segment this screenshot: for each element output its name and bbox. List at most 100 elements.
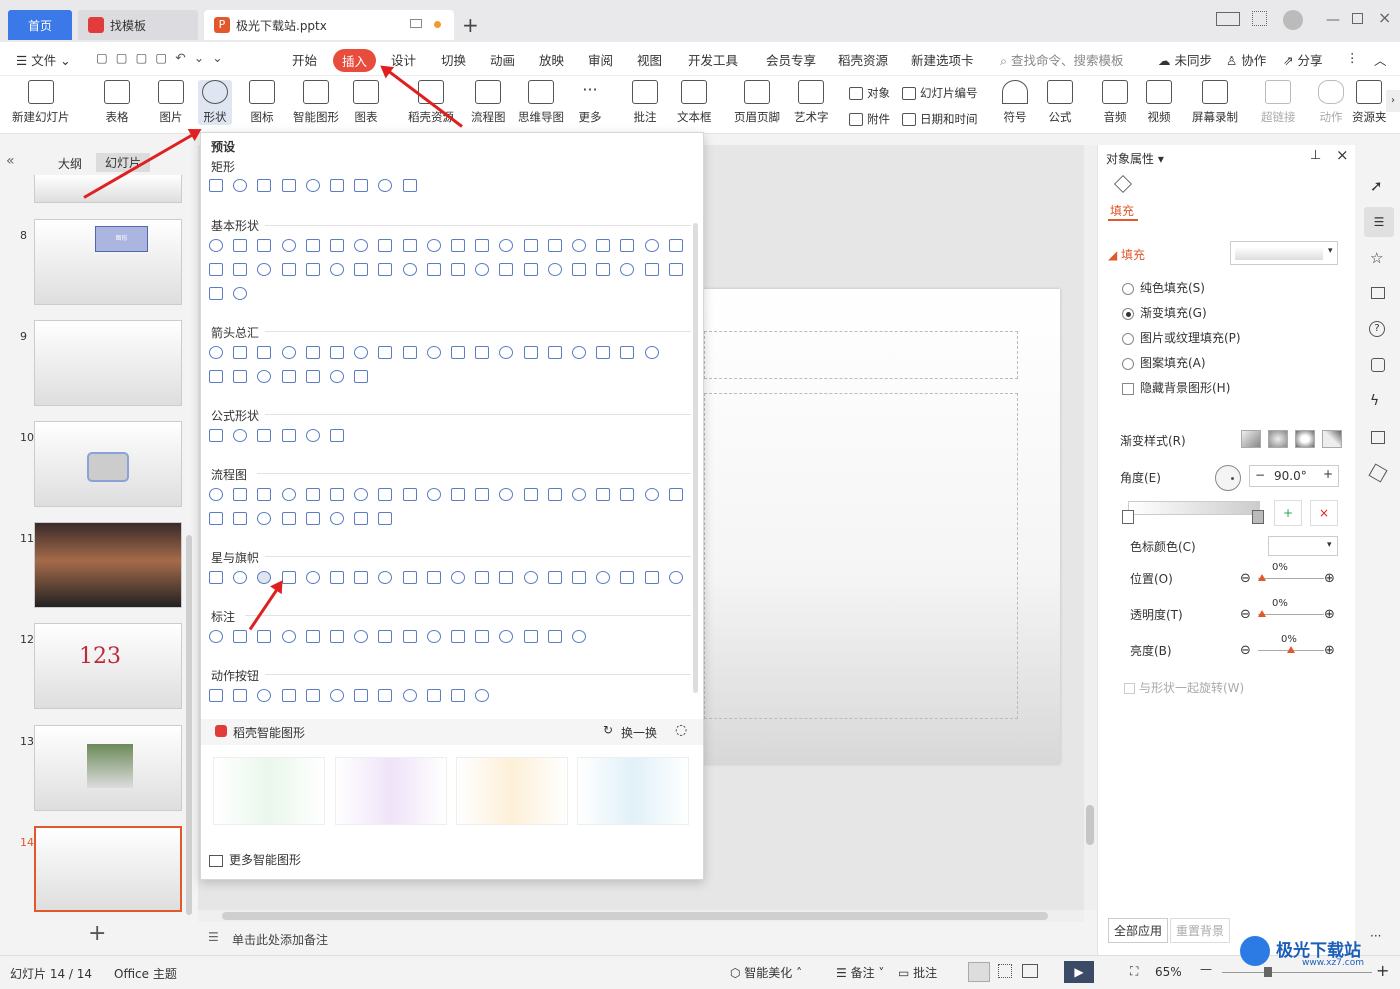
shape-option[interactable] [257, 512, 272, 525]
menu-insert[interactable]: 插入 [333, 49, 377, 72]
shape-option[interactable] [354, 263, 369, 276]
maximize-icon[interactable] [1352, 13, 1363, 24]
ribbon-scroll-right-icon[interactable]: › [1386, 90, 1400, 112]
shape-option[interactable] [523, 263, 538, 276]
picture-fill-option[interactable]: 图片或纹理填充(P) [1122, 329, 1241, 346]
shape-option[interactable] [233, 571, 248, 584]
slide-thumbnail-8[interactable]: 图形 [34, 219, 182, 305]
slide-thumbnail-11[interactable] [34, 522, 182, 608]
shape-option[interactable] [378, 346, 393, 359]
shape-gallery-scrollbar[interactable] [693, 223, 698, 693]
menu-developer[interactable]: 开发工具 [688, 50, 738, 69]
screen-record-button[interactable]: 屏幕录制 [1192, 80, 1238, 125]
minimize-icon[interactable]: — [1326, 12, 1340, 28]
shape-option[interactable] [451, 488, 465, 501]
shape-option[interactable] [330, 512, 344, 525]
shape-option[interactable] [281, 429, 296, 442]
shape-option[interactable] [330, 488, 344, 501]
shape-option[interactable] [475, 571, 490, 584]
brightness-decrease-icon[interactable]: ⊖ [1240, 643, 1251, 658]
comment-toggle-button[interactable]: ▭ 批注 [898, 964, 937, 981]
shape-option[interactable] [547, 630, 562, 643]
shape-option[interactable] [499, 630, 514, 643]
shape-option[interactable] [596, 488, 611, 501]
shape-option[interactable] [330, 263, 344, 276]
hyperlink-button[interactable]: 超链接 [1261, 80, 1296, 125]
shape-option[interactable] [620, 346, 635, 359]
shape-option[interactable] [281, 370, 296, 383]
shape-option[interactable] [451, 571, 465, 584]
menu-view[interactable]: 视图 [637, 50, 662, 69]
shape-option[interactable] [330, 346, 344, 359]
thumbnail-scrollbar[interactable] [186, 535, 192, 915]
shape-option[interactable] [620, 488, 635, 501]
formula-button[interactable]: 公式 [1047, 80, 1073, 125]
shape-option[interactable] [523, 630, 538, 643]
shape-option[interactable] [233, 263, 248, 276]
shape-option[interactable] [354, 512, 369, 525]
pin-icon[interactable]: ⊥ [1310, 148, 1321, 163]
fit-window-icon[interactable]: ⛶ [1130, 964, 1138, 979]
transparency-slider-thumb[interactable] [1258, 610, 1266, 617]
shape-option[interactable] [475, 263, 490, 276]
shape-option[interactable] [523, 571, 538, 584]
transparency-slider[interactable] [1258, 614, 1324, 615]
shape-option[interactable] [499, 571, 514, 584]
shape-option[interactable] [451, 630, 465, 643]
shape-option[interactable] [426, 239, 441, 252]
gradient-stop-left[interactable] [1122, 510, 1134, 524]
shape-option[interactable] [547, 488, 562, 501]
gradient-fill-option[interactable]: 渐变填充(G) [1122, 304, 1207, 321]
remove-stop-icon[interactable]: × [1310, 500, 1338, 526]
shape-option[interactable] [281, 239, 296, 252]
shape-option[interactable] [547, 239, 562, 252]
shape-option[interactable] [523, 346, 538, 359]
new-slide-button[interactable]: 新建幻灯片 [12, 80, 70, 125]
shape-option[interactable] [378, 179, 393, 192]
shape-option[interactable] [426, 263, 441, 276]
shape-option[interactable] [499, 239, 514, 252]
object-button[interactable]: 对象 [849, 85, 890, 101]
command-search[interactable]: ⌕ 查找命令、搜索模板 [1000, 50, 1124, 69]
tab-find-template[interactable]: 找模板 [78, 10, 198, 40]
smart-graphic-4[interactable] [577, 757, 689, 825]
shape-option[interactable] [378, 488, 393, 501]
position-slider-thumb[interactable] [1258, 574, 1266, 581]
swap-button[interactable]: 换一换 [621, 724, 657, 741]
close-panel-icon[interactable]: × [1336, 146, 1349, 164]
slide-number-button[interactable]: 幻灯片编号 [902, 85, 978, 101]
menu-transition[interactable]: 切换 [441, 50, 466, 69]
slide-thumbnail-14[interactable] [34, 826, 182, 912]
shape-option[interactable] [209, 179, 223, 192]
shape-option[interactable] [233, 287, 248, 300]
object-properties-title[interactable]: 对象属性 ▾ [1106, 150, 1164, 167]
backup-icon[interactable] [1371, 358, 1385, 372]
shape-option[interactable] [209, 488, 223, 501]
shape-option[interactable] [572, 571, 586, 584]
shape-option[interactable] [644, 346, 659, 359]
shape-option[interactable] [305, 263, 320, 276]
shape-option[interactable] [402, 630, 417, 643]
reset-background-button[interactable]: 重置背景 [1170, 918, 1231, 943]
symbol-button[interactable]: 符号 [1002, 80, 1028, 125]
sorter-view-icon[interactable] [998, 964, 1012, 978]
horizontal-scrollbar[interactable] [198, 910, 1084, 922]
shape-option[interactable] [257, 346, 272, 359]
zoom-out-icon[interactable]: — [1200, 962, 1212, 976]
collapse-panel-icon[interactable]: « [6, 153, 15, 169]
paint-bucket-icon[interactable] [1114, 175, 1132, 193]
shape-option[interactable] [209, 512, 223, 525]
linear-gradient-style[interactable] [1241, 430, 1261, 448]
decrease-icon[interactable]: − [1255, 468, 1265, 482]
shape-option[interactable] [451, 689, 465, 702]
zoom-slider[interactable] [1222, 972, 1372, 973]
shape-option[interactable] [305, 488, 320, 501]
shape-option[interactable] [451, 346, 465, 359]
shape-option[interactable] [596, 263, 611, 276]
brightness-slider-thumb[interactable] [1287, 646, 1295, 653]
menu-member[interactable]: 会员专享 [766, 50, 816, 69]
shape-option[interactable] [233, 239, 248, 252]
shape-option[interactable] [475, 488, 490, 501]
shape-option[interactable] [209, 630, 223, 643]
transparency-decrease-icon[interactable]: ⊖ [1240, 607, 1251, 622]
